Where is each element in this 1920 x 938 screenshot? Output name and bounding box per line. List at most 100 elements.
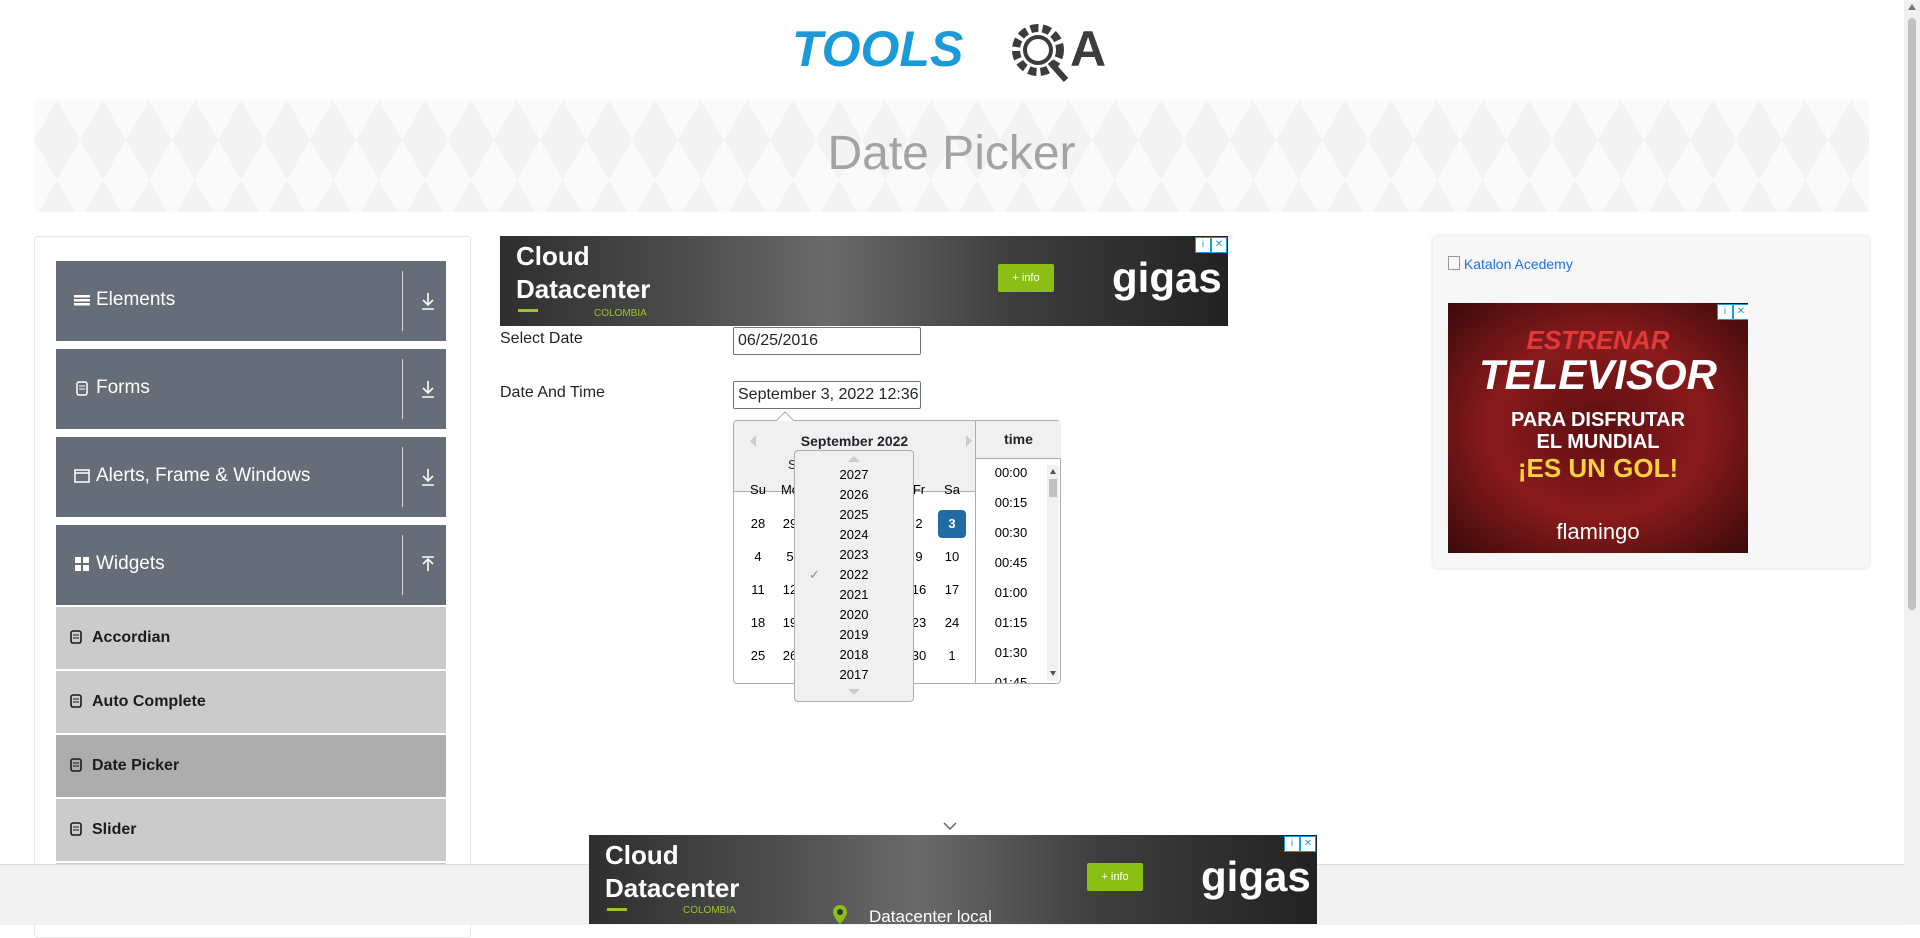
calendar-day[interactable]: 10	[938, 543, 966, 571]
sidebar-group-elements[interactable]: Elements	[56, 261, 446, 341]
time-option[interactable]: 00:45	[976, 555, 1046, 570]
download-arrow-icon[interactable]	[420, 291, 436, 311]
ad-close-icon[interactable]: ✕	[1300, 836, 1316, 852]
year-scroll-up-icon[interactable]	[848, 456, 860, 462]
year-option[interactable]: 2017	[795, 667, 913, 682]
calendar-day[interactable]: 17	[938, 576, 966, 604]
select-date-input[interactable]: 06/25/2016	[733, 327, 921, 355]
year-option[interactable]: 2025	[795, 507, 913, 522]
ad-accent-line	[518, 309, 538, 312]
year-option[interactable]: 2023	[795, 547, 913, 562]
sidebar-item-label: Date Picker	[92, 757, 180, 774]
time-option[interactable]: 00:00	[976, 465, 1046, 480]
top-ad-banner[interactable]: Cloud Datacenter COLOMBIA + info gigas i …	[500, 236, 1228, 326]
scroll-up-icon[interactable]	[1908, 4, 1916, 10]
ad-info-icon[interactable]: i	[1195, 237, 1211, 253]
calendar-day[interactable]: 25	[744, 642, 772, 670]
broken-image-icon	[1448, 256, 1460, 270]
year-dropdown: 2027 2026 2025 2024 2023 2022 ✓ 2021 2020 2019 201…	[794, 450, 914, 702]
ad-brand: gigas	[1201, 853, 1311, 900]
tv-ad[interactable]: ESTRENAR TELEVISOR PARA DISFRUTAR EL MUN…	[1448, 303, 1748, 553]
ad-headline: Datacenter	[516, 274, 651, 304]
sidebar-group-widgets[interactable]: Widgets	[56, 525, 446, 605]
calendar-day[interactable]: 18	[744, 609, 772, 637]
ad-location: Datacenter local	[869, 907, 992, 924]
date-time-input[interactable]: September 3, 2022 12:36 AM	[733, 381, 921, 409]
divider	[402, 447, 403, 507]
ad-brand: flamingo	[1556, 519, 1640, 544]
time-option[interactable]: 01:45	[976, 675, 1046, 683]
calendar-day[interactable]: 24	[938, 609, 966, 637]
download-arrow-icon[interactable]	[420, 467, 436, 487]
time-option[interactable]: 01:30	[976, 645, 1046, 660]
ad-close-icon[interactable]: ✕	[1211, 237, 1227, 253]
time-option[interactable]: 00:15	[976, 495, 1046, 510]
katalon-academy-link[interactable]: Katalon Acedemy	[1448, 256, 1573, 272]
day-name: Sa	[944, 482, 960, 497]
ad-info-button[interactable]: + info	[1087, 863, 1143, 891]
katalon-academy-text: Katalon Acedemy	[1463, 256, 1573, 272]
calendar-day[interactable]: 3	[938, 510, 966, 538]
ad-close-icon[interactable]: ✕	[1733, 304, 1748, 320]
page-scroll-thumb[interactable]	[1908, 18, 1916, 610]
window-icon	[74, 468, 90, 484]
collapse-chevron-icon[interactable]	[943, 822, 957, 830]
sidebar-group-label: Forms	[96, 377, 150, 398]
ad-line: EL MUNDIAL	[1536, 431, 1660, 453]
divider	[402, 271, 403, 331]
ad-info-icon[interactable]: i	[1717, 304, 1733, 320]
calendar-day[interactable]: 1	[938, 642, 966, 670]
year-option[interactable]: 2020	[795, 607, 913, 622]
year-option[interactable]: 2024	[795, 527, 913, 542]
ad-info-icon[interactable]: i	[1284, 836, 1300, 852]
ad-line: ¡ES UN GOL!	[1517, 453, 1679, 483]
ad-line: TELEVISOR	[1478, 351, 1718, 398]
document-icon	[74, 380, 90, 396]
sidebar-group-alerts[interactable]: Alerts, Frame & Windows	[56, 437, 446, 517]
ad-region: COLOMBIA	[594, 308, 647, 319]
sidebar-item-auto-complete[interactable]: Auto Complete	[56, 669, 446, 733]
time-scrollbar[interactable]	[1047, 465, 1059, 681]
ad-info-button[interactable]: + info	[998, 264, 1054, 292]
year-option[interactable]: 2021	[795, 587, 913, 602]
calendar-day[interactable]: 11	[744, 576, 772, 604]
ad-brand: gigas	[1112, 254, 1222, 301]
current-month: September 2022	[800, 433, 909, 449]
sidebar-item-date-picker[interactable]: Date Picker	[56, 733, 446, 797]
scroll-thumb[interactable]	[1049, 479, 1057, 497]
sidebar-item-accordian[interactable]: Accordian	[56, 605, 446, 669]
ad-region: COLOMBIA	[683, 905, 736, 916]
location-pin-icon	[833, 905, 847, 924]
year-option[interactable]: 2019	[795, 627, 913, 642]
time-option[interactable]: 00:30	[976, 525, 1046, 540]
year-option[interactable]: 2026	[795, 487, 913, 502]
sidebar-item-label: Accordian	[92, 629, 171, 646]
year-scroll-down-icon[interactable]	[848, 689, 860, 695]
sidebar-group-label: Alerts, Frame & Windows	[96, 465, 311, 486]
gear-magnifier-icon	[1012, 24, 1069, 82]
toolsqa-logo[interactable]: TOOLS A	[792, 14, 1114, 90]
next-month-icon[interactable]	[964, 435, 974, 447]
sidebar-item-slider[interactable]: Slider	[56, 797, 446, 861]
page-title: Date Picker	[827, 127, 1076, 180]
download-arrow-icon[interactable]	[420, 379, 436, 399]
time-list: time 00:00 00:15 00:30 00:45 01:00 01:15 01:30…	[975, 421, 1061, 683]
divider	[402, 535, 403, 595]
calendar-day[interactable]: 4	[744, 543, 772, 571]
sidebar-group-label: Widgets	[96, 553, 165, 574]
grid-icon	[74, 556, 90, 572]
year-option[interactable]: 2018	[795, 647, 913, 662]
logo-tools-text: TOOLS	[792, 21, 963, 77]
upload-arrow-icon[interactable]	[420, 555, 436, 575]
logo-a-text: A	[1070, 21, 1106, 77]
ad-accent-line	[607, 908, 627, 911]
time-option[interactable]: 01:15	[976, 615, 1046, 630]
sidebar-group-forms[interactable]: Forms	[56, 349, 446, 429]
calendar-day[interactable]: 28	[744, 510, 772, 538]
ad-headline: Cloud	[516, 241, 590, 271]
bottom-ad-banner[interactable]: Cloud Datacenter COLOMBIA Datacenter loca…	[589, 835, 1317, 924]
year-option[interactable]: 2027	[795, 467, 913, 482]
ad-headline: Cloud	[605, 840, 679, 870]
widget-item-icon	[70, 630, 86, 646]
time-option[interactable]: 01:00	[976, 585, 1046, 600]
